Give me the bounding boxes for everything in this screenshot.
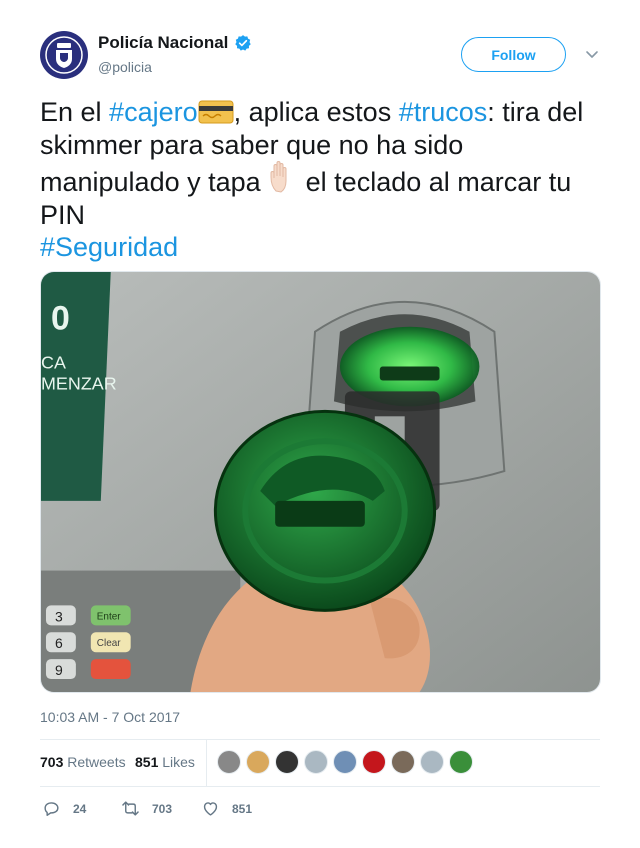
heart-icon xyxy=(203,802,218,816)
retweets-stat[interactable]: 703 Retweets xyxy=(40,754,126,770)
retweets-count: 703 xyxy=(40,754,64,770)
liker-avatars xyxy=(217,750,478,774)
reply-icon xyxy=(44,802,59,816)
liker-avatar[interactable] xyxy=(449,750,473,774)
likes-count: 851 xyxy=(135,754,159,770)
keypad-key-label: Enter xyxy=(97,611,121,622)
retweet-icon xyxy=(122,801,139,816)
liker-avatar[interactable] xyxy=(304,750,328,774)
stats-separator xyxy=(206,740,207,786)
follow-button[interactable]: Follow xyxy=(461,37,566,72)
reply-action[interactable]: 24 xyxy=(42,799,86,818)
liker-avatar[interactable] xyxy=(275,750,299,774)
hashtag-link[interactable]: #trucos xyxy=(399,97,488,127)
liker-avatar[interactable] xyxy=(420,750,444,774)
atm-screen-text: 0 xyxy=(51,300,70,338)
divider xyxy=(40,786,600,787)
display-name[interactable]: Policía Nacional xyxy=(98,33,228,53)
liker-avatar[interactable] xyxy=(362,750,386,774)
likes-label: Likes xyxy=(162,754,195,770)
raised-hand-emoji xyxy=(270,161,287,193)
liker-avatar[interactable] xyxy=(217,750,241,774)
user-name-row: Policía Nacional xyxy=(98,33,252,53)
tweet-text: En el #cajero, aplica estos #trucos: tir… xyxy=(40,96,610,264)
like-count: 851 xyxy=(232,801,253,816)
hashtag-link[interactable]: #cajero xyxy=(109,97,198,127)
credit-card-emoji xyxy=(198,100,234,124)
retweet-count: 703 xyxy=(152,801,173,816)
chevron-down-icon[interactable] xyxy=(584,46,600,62)
verified-badge-icon xyxy=(235,35,252,51)
tweet-timestamp[interactable]: 10:03 AM - 7 Oct 2017 xyxy=(40,709,180,725)
tweet-text-part: En el xyxy=(40,97,110,127)
liker-avatar[interactable] xyxy=(391,750,415,774)
avatar[interactable] xyxy=(40,31,88,79)
user-handle[interactable]: @policia xyxy=(98,59,152,75)
atm-screen-text: MENZAR xyxy=(41,373,117,393)
tweet-photo[interactable]: 0 CA MENZAR 3 6 9 Enter Clear xyxy=(40,271,601,693)
like-action[interactable]: 851 xyxy=(201,799,252,818)
keypad-key-label: 6 xyxy=(55,635,63,651)
tweet-text-part: , aplica estos xyxy=(233,97,399,127)
reply-count: 24 xyxy=(73,801,87,816)
divider xyxy=(40,739,600,740)
liker-avatar[interactable] xyxy=(246,750,270,774)
keypad-key-label: 3 xyxy=(55,608,63,624)
atm-skimmer-photo: 0 CA MENZAR 3 6 9 Enter Clear xyxy=(41,272,600,692)
retweet-action[interactable]: 703 xyxy=(121,799,172,818)
likes-stat[interactable]: 851 Likes xyxy=(135,754,195,770)
police-crest-icon xyxy=(45,36,83,74)
keypad-key-label: 9 xyxy=(55,662,63,678)
liker-avatar[interactable] xyxy=(333,750,357,774)
retweets-label: Retweets xyxy=(67,754,126,770)
atm-screen-text: CA xyxy=(41,353,66,373)
keypad-cancel-key xyxy=(90,659,131,680)
keypad-key-label: Clear xyxy=(97,638,121,649)
hashtag-link[interactable]: #Seguridad xyxy=(40,232,178,262)
